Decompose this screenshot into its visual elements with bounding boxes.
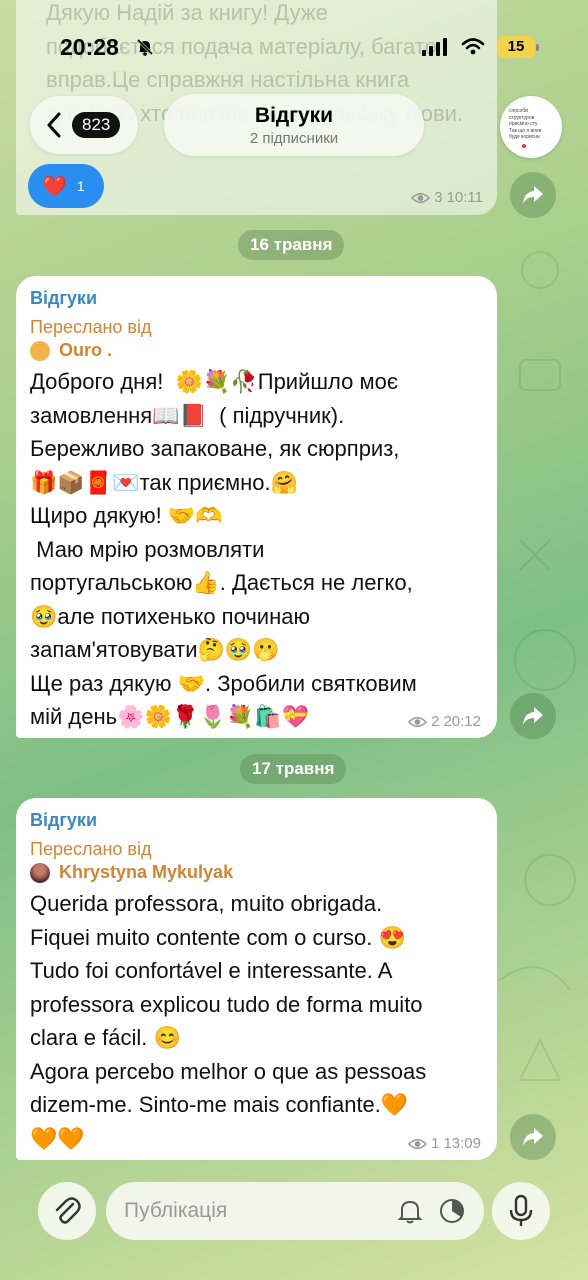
avatar-dot (522, 144, 526, 148)
share-arrow-icon (523, 186, 543, 204)
message-text: Querida professora, muito obrigada. Fiqu… (30, 891, 427, 1151)
message-meta: 2 20:12 (408, 713, 481, 730)
message-text: Доброго дня! 🌼💐🥀Прийшло моє замовлення📖📕… (30, 369, 417, 729)
views-count: 1 (431, 1135, 440, 1152)
views-count: 3 (434, 189, 443, 206)
share-button[interactable] (510, 172, 556, 218)
heart-reaction[interactable]: ❤️ 1 (28, 164, 104, 208)
message-time: 10:11 (446, 189, 483, 206)
views-icon (411, 192, 431, 203)
message-meta: 1 13:09 (408, 1135, 481, 1152)
forwarded-label: Переслано від (30, 317, 152, 337)
sender-name: Відгуки (30, 810, 98, 830)
message-input[interactable]: Публікація (106, 1182, 484, 1240)
channel-title-button[interactable]: Відгуки 2 підписники (164, 94, 424, 156)
views-count: 2 (431, 713, 440, 730)
subscriber-count: 2 підписники (249, 130, 339, 147)
ouro-avatar-icon (30, 340, 50, 361)
status-time: 20:28 (60, 34, 119, 60)
paperclip-icon (55, 1197, 81, 1224)
silent-bell-icon[interactable] (396, 1197, 424, 1225)
battery-indicator: 15 (497, 36, 539, 58)
microphone-icon (509, 1194, 533, 1226)
share-button[interactable] (510, 693, 556, 739)
message-bubble[interactable]: Відгуки Переслано від Ouro . Доброго дня… (16, 276, 497, 738)
date-separator: 17 травня (240, 754, 347, 784)
heart-icon: ❤️ (42, 174, 67, 198)
khrystyna-avatar-icon (30, 862, 50, 883)
channel-avatar[interactable]: способи структуров приємно сту Так що я … (500, 96, 562, 158)
message-time: 20:12 (443, 713, 481, 730)
date-separator: 16 травня (238, 230, 345, 260)
input-placeholder: Публікація (124, 1199, 228, 1222)
message-bubble[interactable]: Відгуки Переслано від Khrystyna Mykulyak… (16, 798, 497, 1160)
reaction-count: 1 (76, 178, 85, 194)
share-arrow-icon (523, 1128, 543, 1146)
forwarded-from[interactable]: Ouro . (30, 340, 483, 361)
microphone-button[interactable] (492, 1182, 550, 1240)
views-icon (408, 716, 428, 727)
mute-bell-icon (136, 38, 154, 56)
attach-button[interactable] (38, 1182, 96, 1240)
back-button[interactable]: 823 (30, 96, 138, 154)
wifi-icon (461, 38, 485, 55)
schedule-timer-icon[interactable] (438, 1197, 466, 1225)
forwarded-label: Переслано від (30, 839, 152, 859)
forwarded-from-name: Ouro . (59, 340, 112, 360)
share-arrow-icon (523, 707, 543, 725)
forwarded-from[interactable]: Khrystyna Mykulyak (30, 862, 483, 883)
cellular-signal-icon (422, 38, 447, 56)
views-icon (408, 1138, 428, 1149)
prev-message-meta: 3 10:11 (411, 189, 483, 206)
channel-title: Відгуки (254, 104, 334, 127)
unread-count-badge: 823 (72, 112, 121, 138)
chevron-left-icon (47, 112, 61, 138)
share-button[interactable] (510, 1114, 556, 1160)
avatar-text-line: буде корисни (509, 134, 540, 140)
status-bar: 20:28 15 (0, 0, 588, 90)
forwarded-from-name: Khrystyna Mykulyak (59, 862, 234, 882)
sender-name: Відгуки (30, 288, 98, 308)
message-time: 13:09 (443, 1135, 481, 1152)
